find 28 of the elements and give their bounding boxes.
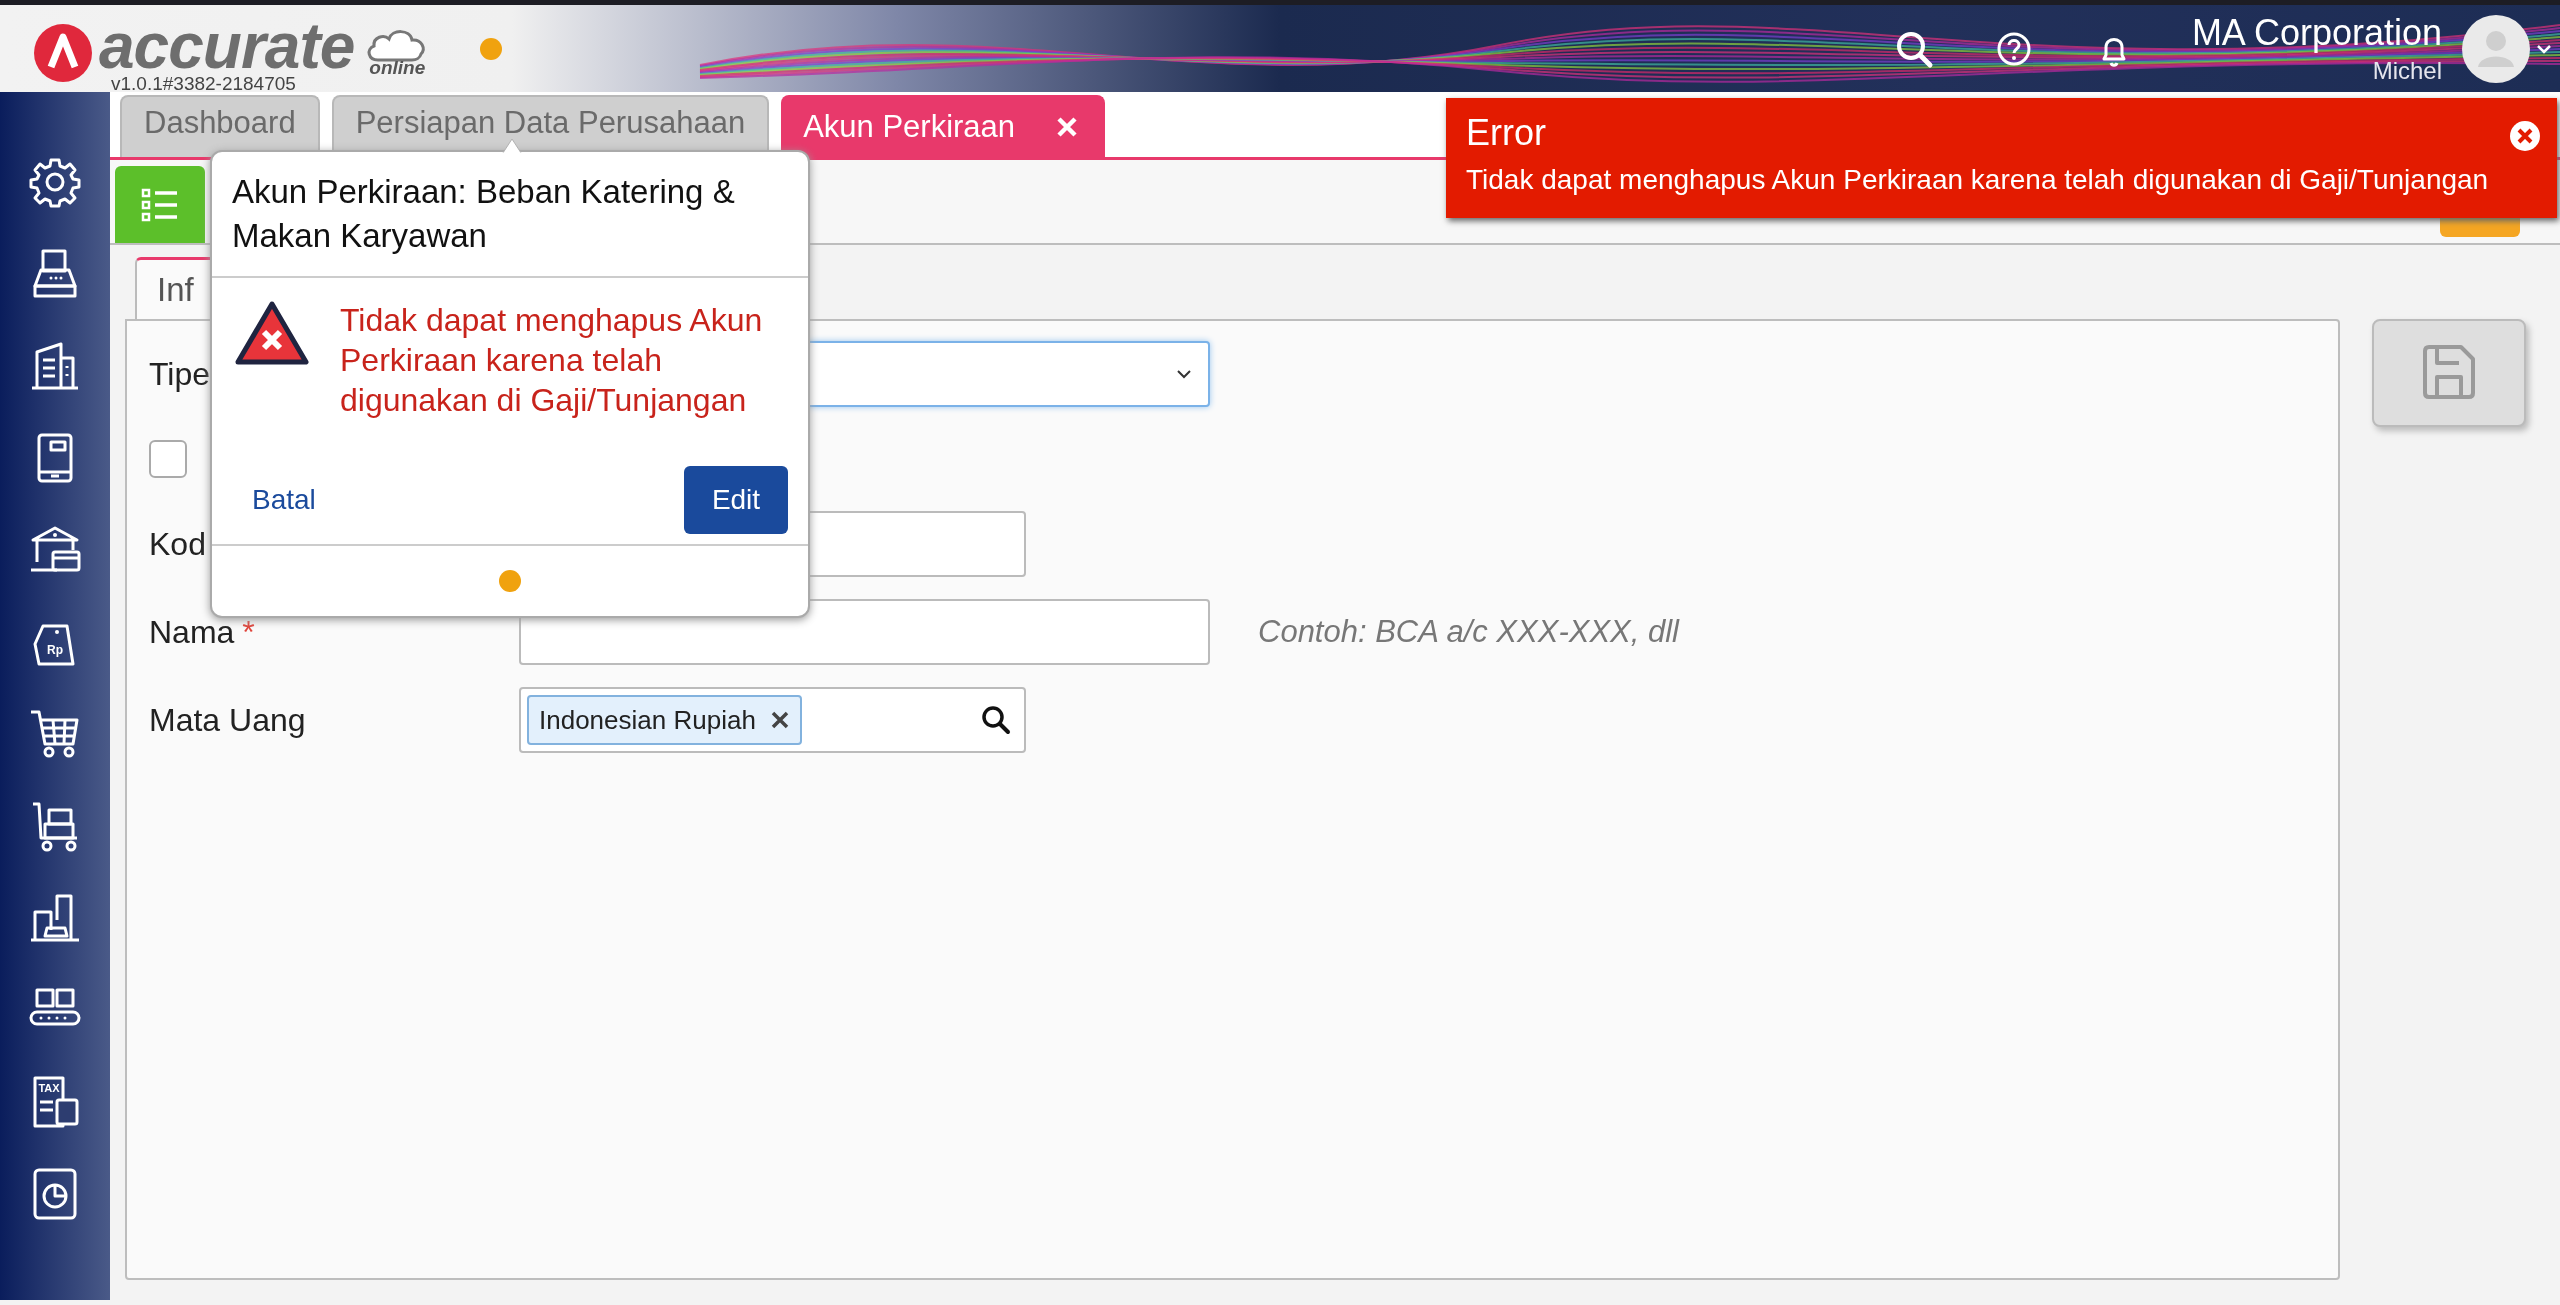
search-icon[interactable] [980,704,1012,736]
field-label: Mata Uang [149,701,306,739]
toast-message: Tidak dapat menghapus Akun Perkiraan karena telah digunakan di Gaji/Tunjangan [1466,164,2490,196]
currency-field[interactable]: Indonesian Rupiah [519,687,1026,753]
required-mark: * [242,613,255,651]
popup-title: Akun Perkiraan: Beban Katering & Makan Karyawan [212,152,808,278]
user-name: Michel [2372,56,2442,85]
remove-icon[interactable] [769,710,790,730]
warning-icon [234,300,310,368]
field-label: Kod [149,525,206,563]
logo-subtext: online [369,56,426,79]
checkbox[interactable] [149,440,187,478]
company-name: MA Corporation [2191,12,2442,53]
cancel-link[interactable]: Batal [252,484,316,516]
tab[interactable]: Akun Perkiraan [781,95,1106,157]
error-message: Tidak dapat menghapus Akun Perkiraan karena telah digunakan di Gaji/Tunjangan [340,301,764,420]
toast-title: Error [1466,112,1546,154]
avatar-icon[interactable] [2462,14,2530,83]
edit-button[interactable]: Edit [684,466,788,534]
close-icon[interactable] [2509,120,2541,152]
hint-text: Contoh: BCA a/c XXX-XXX, dll [1258,614,1679,650]
field-label: Tipe [149,355,211,393]
status-dot [499,570,521,592]
status-dot [480,37,503,60]
logo-icon [33,22,93,83]
close-icon[interactable] [1055,115,1080,139]
field-label: Nama [149,613,235,651]
currency-tag[interactable]: Indonesian Rupiah [527,695,802,745]
